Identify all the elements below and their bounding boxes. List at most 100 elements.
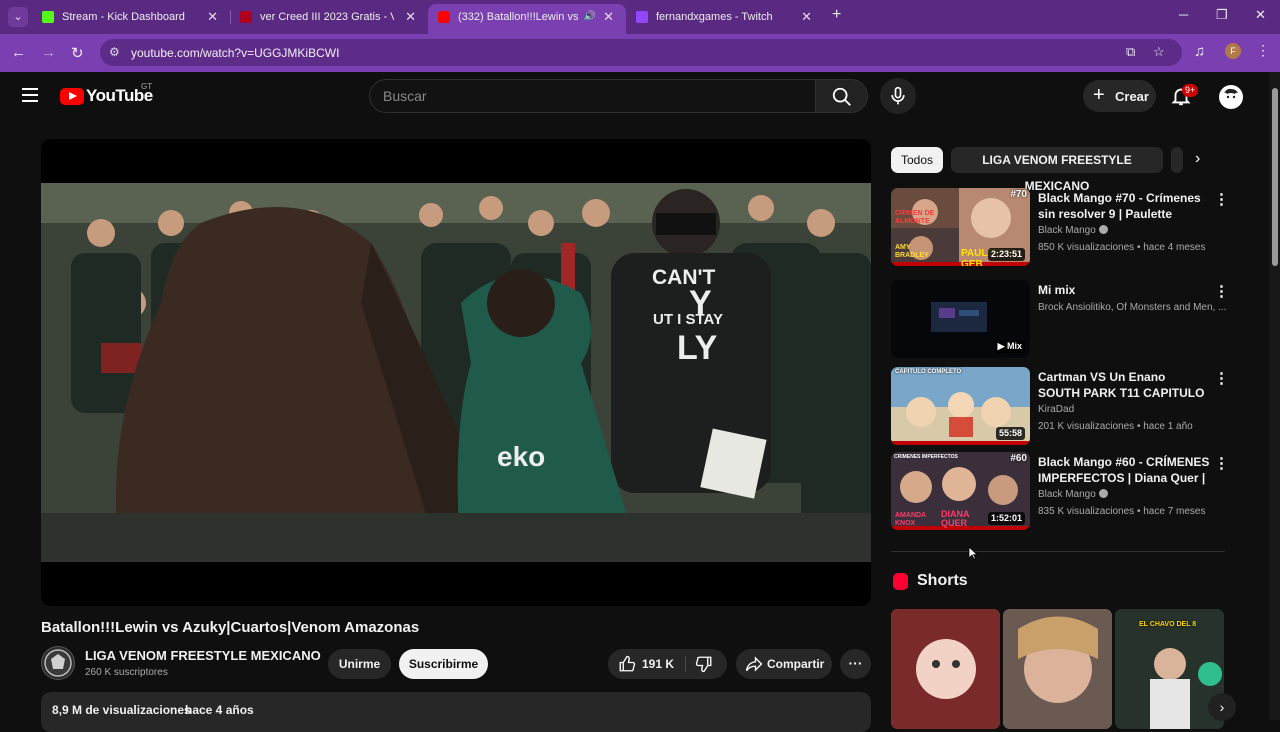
site-info-icon[interactable]: ⚙ (109, 45, 120, 59)
recommendation-channel[interactable]: Brock Ansiolitiko, Of Monsters and Men, … (1038, 302, 1226, 313)
recommendation-title[interactable]: Mi mix (1038, 282, 1210, 298)
recommendation-item[interactable]: CAPITULO COMPLETO 55:58 Cartman VS Un En… (891, 367, 1231, 447)
guide-menu-icon[interactable] (22, 88, 38, 102)
thumbnail-badge: #60 (1010, 453, 1027, 464)
search-box (369, 79, 816, 113)
more-options-icon[interactable]: ⋮ (1214, 190, 1229, 208)
minimize-icon[interactable]: ─ (1179, 7, 1188, 22)
reload-icon[interactable]: ↻ (71, 44, 84, 62)
verified-check-icon (1098, 489, 1108, 498)
close-tab-icon[interactable]: ✕ (207, 4, 218, 30)
account-avatar[interactable] (1219, 85, 1243, 109)
youtube-favicon-icon (438, 11, 450, 23)
create-button[interactable]: + Crear (1083, 80, 1156, 112)
voice-search-button[interactable] (880, 78, 916, 114)
thumbnail-caption: AMY BRADLEY (895, 244, 929, 259)
more-actions-button[interactable]: ··· (840, 649, 871, 679)
short-thumbnail[interactable] (1003, 609, 1112, 729)
like-count[interactable]: 191 K (642, 657, 674, 671)
share-button[interactable]: Compartir (736, 649, 832, 679)
shirt-print-line3: UT I STAY (653, 311, 724, 328)
more-options-icon[interactable]: ⋮ (1214, 454, 1229, 472)
media-controls-icon[interactable]: ♫ (1194, 43, 1205, 60)
back-icon[interactable]: ← (11, 44, 26, 61)
publish-date: hace 4 años (185, 703, 254, 717)
recommendation-title[interactable]: Cartman VS Un Enano SOUTH PARK T11 CAPIT… (1038, 369, 1210, 402)
browser-tab-kick[interactable]: Stream - Kick Dashboard ✕ (32, 4, 230, 34)
channel-name[interactable]: LIGA VENOM FREESTYLE MEXICANO (85, 648, 321, 663)
recommendation-title[interactable]: Black Mango #70 - Crímenes sin resolver … (1038, 190, 1210, 223)
dislike-thumb-icon[interactable] (695, 655, 713, 673)
short-image (891, 609, 1000, 729)
share-arrow-icon (745, 656, 763, 672)
like-thumb-icon[interactable] (618, 655, 636, 673)
video-thumbnail[interactable]: CRIMEN DE ALMONTE AMY BRADLEY PAULETTE G… (891, 188, 1030, 266)
recommendation-meta: 835 K visualizaciones • hace 7 meses (1038, 506, 1206, 517)
browser-tab-twitch[interactable]: fernandxgames - Twitch ✕ (626, 4, 824, 34)
avatar-face-icon (1220, 86, 1242, 108)
audio-playing-icon[interactable]: 🔊 (584, 4, 596, 30)
browser-tab-youtube[interactable]: (332) Batallon!!!Lewin vs Az 🔊 ✕ (428, 4, 626, 34)
close-tab-icon[interactable]: ✕ (603, 4, 614, 30)
video-frame: CAN'T Y UT I STAY LY eko (41, 183, 871, 562)
short-caption: EL CHAVO DEL 8 (1139, 621, 1197, 628)
description-box[interactable]: 8,9 M de visualizaciones hace 4 años (41, 692, 871, 732)
recommendation-channel[interactable]: Black Mango (1038, 225, 1108, 236)
search-input[interactable] (383, 86, 803, 106)
search-icon (832, 87, 851, 106)
recommendation-item[interactable]: ▶ Mix Mi mix Brock Ansiolitiko, Of Monst… (891, 280, 1231, 360)
scrollbar-thumb[interactable] (1272, 88, 1278, 266)
install-app-icon[interactable]: ⧉ (1126, 44, 1135, 60)
recommendation-channel[interactable]: Black Mango (1038, 489, 1108, 500)
more-options-icon[interactable]: ⋮ (1214, 282, 1229, 300)
thumbnail-caption: AMANDA KNOX (895, 512, 926, 527)
video-thumbnail[interactable]: CAPITULO COMPLETO 55:58 (891, 367, 1030, 445)
channel-label: Black Mango (1038, 489, 1096, 500)
duration-badge: 2:23:51 (987, 248, 1025, 261)
chevron-right-icon[interactable]: › (1195, 150, 1200, 168)
chip-partial[interactable] (1171, 147, 1183, 173)
shorts-next-button[interactable]: › (1208, 693, 1236, 721)
like-dislike-group: 191 K (608, 649, 727, 679)
section-divider (891, 551, 1225, 552)
kick-favicon-icon (42, 11, 54, 23)
channel-label: Black Mango (1038, 225, 1096, 236)
browser-menu-icon[interactable]: ⋮ (1256, 42, 1270, 59)
recommendation-item[interactable]: CRIMEN DE ALMONTE AMY BRADLEY PAULETTE G… (891, 188, 1231, 268)
close-tab-icon[interactable]: ✕ (405, 4, 416, 30)
chip-liga-venom[interactable]: LIGA VENOM FREESTYLE MEXICANO (951, 147, 1163, 193)
search-button[interactable] (816, 79, 868, 113)
chip-todos[interactable]: Todos (891, 147, 943, 173)
address-bar[interactable]: ⚙ youtube.com/watch?v=UGGJMKiBCWI ⧉ ☆ (100, 39, 1182, 66)
youtube-header: YouTube GT + Crear 9+ (0, 72, 1270, 120)
notification-badge: 9+ (1182, 84, 1199, 97)
close-window-icon[interactable]: ✕ (1255, 7, 1266, 23)
video-thumbnail[interactable]: CRIMENES IMPERFECTOS AMANDA KNOX DIANA Q… (891, 452, 1030, 530)
short-thumbnail[interactable] (891, 609, 1000, 729)
more-options-icon[interactable]: ⋮ (1214, 369, 1229, 387)
video-title: Batallon!!!Lewin vs Azuky|Cuartos|Venom … (41, 619, 420, 636)
forward-icon[interactable]: → (41, 44, 56, 61)
tab-search-icon[interactable]: ⌄ (8, 7, 28, 27)
video-player[interactable]: CAN'T Y UT I STAY LY eko (41, 139, 871, 606)
browser-tab-creed[interactable]: ver Creed III 2023 Gratis - VER P ✕ (230, 4, 428, 34)
microphone-icon (891, 86, 905, 105)
maximize-icon[interactable]: ❐ (1216, 7, 1228, 23)
video-thumbnail[interactable]: ▶ Mix (891, 280, 1030, 358)
bookmark-star-icon[interactable]: ☆ (1153, 44, 1165, 60)
profile-avatar[interactable]: F (1225, 43, 1241, 59)
recommendation-title[interactable]: Black Mango #60 - CRÍMENES IMPERFECTOS |… (1038, 454, 1210, 487)
join-button[interactable]: Unirme (328, 649, 391, 679)
recommendation-meta: 850 K visualizaciones • hace 4 meses (1038, 242, 1206, 253)
thumbnail-caption: DIANA QUER (941, 509, 970, 528)
recommendation-channel[interactable]: KiraDad (1038, 404, 1074, 415)
plus-icon: + (1093, 84, 1105, 106)
subscribe-button[interactable]: Suscribirme (399, 649, 488, 679)
shorts-logo-icon (893, 573, 908, 590)
new-tab-icon[interactable]: + (832, 6, 841, 24)
browser-toolbar: ← → ↻ ⚙ youtube.com/watch?v=UGGJMKiBCWI … (0, 34, 1280, 72)
close-tab-icon[interactable]: ✕ (801, 4, 812, 30)
short-image (1003, 609, 1112, 729)
channel-avatar[interactable] (41, 646, 75, 680)
recommendation-item[interactable]: CRIMENES IMPERFECTOS AMANDA KNOX DIANA Q… (891, 452, 1231, 532)
